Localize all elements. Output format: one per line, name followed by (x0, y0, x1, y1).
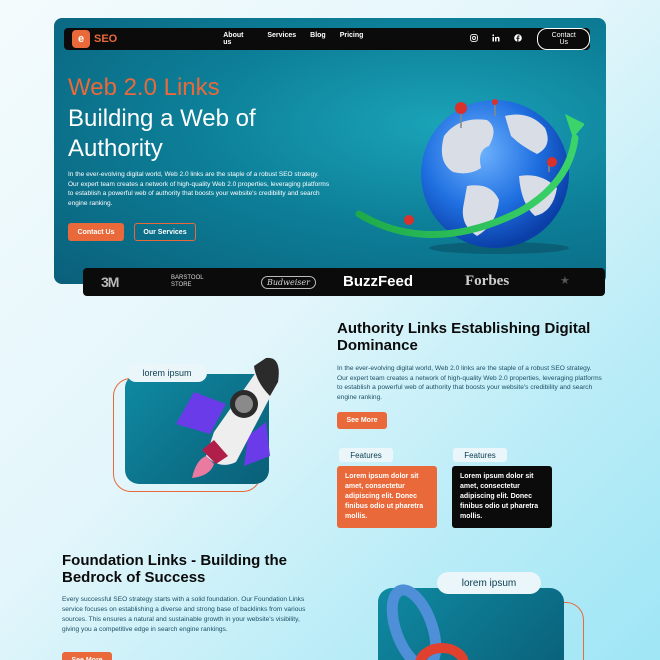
nav-link-about[interactable]: About us (223, 32, 253, 46)
nav-contact-button[interactable]: Contact Us (537, 28, 590, 50)
site-logo[interactable]: e SEO (72, 30, 117, 48)
hero-title: Building a Web of Authority (68, 105, 256, 162)
social-links (469, 34, 523, 44)
authority-see-more-button[interactable]: See More (337, 412, 387, 429)
instagram-icon[interactable] (469, 34, 479, 44)
top-navbar: e SEO About us Services Blog Pricing Con… (64, 28, 590, 50)
rocket-icon (176, 357, 279, 478)
hero-services-button[interactable]: Our Services (134, 223, 196, 241)
feature-card-2: Lorem ipsum dolor sit amet, consectetur … (452, 466, 552, 528)
logo-forbes: Forbes (465, 273, 510, 289)
facebook-icon[interactable] (513, 34, 523, 44)
nav-link-pricing[interactable]: Pricing (340, 32, 364, 46)
logo-star: ★ (560, 275, 570, 287)
hero-description: In the ever-evolving digital world, Web … (68, 171, 330, 207)
hero-title-accent: Web 2.0 Links (68, 74, 220, 101)
nav-link-services[interactable]: Services (267, 32, 296, 46)
logo-barstool: BARSTOOL STORE (171, 275, 204, 289)
logo-mark: e (72, 30, 90, 48)
globe-illustration (355, 99, 584, 254)
logo-buzzfeed: BuzzFeed (343, 273, 414, 290)
logo-text: SEO (94, 33, 118, 45)
foundation-section-title: Foundation Links - Building the Bedrock … (62, 552, 287, 586)
authority-section-description: In the ever-evolving digital world, Web … (337, 365, 602, 402)
feature-label-2: Features (453, 448, 507, 462)
nav-links: About us Services Blog Pricing (223, 32, 363, 46)
linkedin-icon[interactable] (491, 34, 501, 44)
logo-3m: 3M (101, 274, 119, 290)
hero-contact-button[interactable]: Contact Us (68, 223, 124, 241)
feature-label-1: Features (339, 448, 393, 462)
logo-barstool-line1: BARSTOOL (171, 275, 204, 281)
logo-barstool-line2: STORE (171, 282, 192, 288)
client-logos-bar: 3M BARSTOOL STORE Budweiser BuzzFeed For… (83, 268, 605, 296)
chain-image-label: lorem ipsum (437, 572, 541, 594)
feature-card-1: Lorem ipsum dolor sit amet, consectetur … (337, 466, 437, 528)
foundation-see-more-button[interactable]: See More (62, 652, 112, 660)
authority-section-title: Authority Links Establishing Digital Dom… (337, 320, 591, 354)
logo-budweiser: Budweiser (261, 276, 316, 289)
hero-section: e SEO About us Services Blog Pricing Con… (54, 18, 606, 284)
nav-link-blog[interactable]: Blog (310, 32, 326, 46)
foundation-section-description: Every successful SEO strategy starts wit… (62, 596, 306, 633)
